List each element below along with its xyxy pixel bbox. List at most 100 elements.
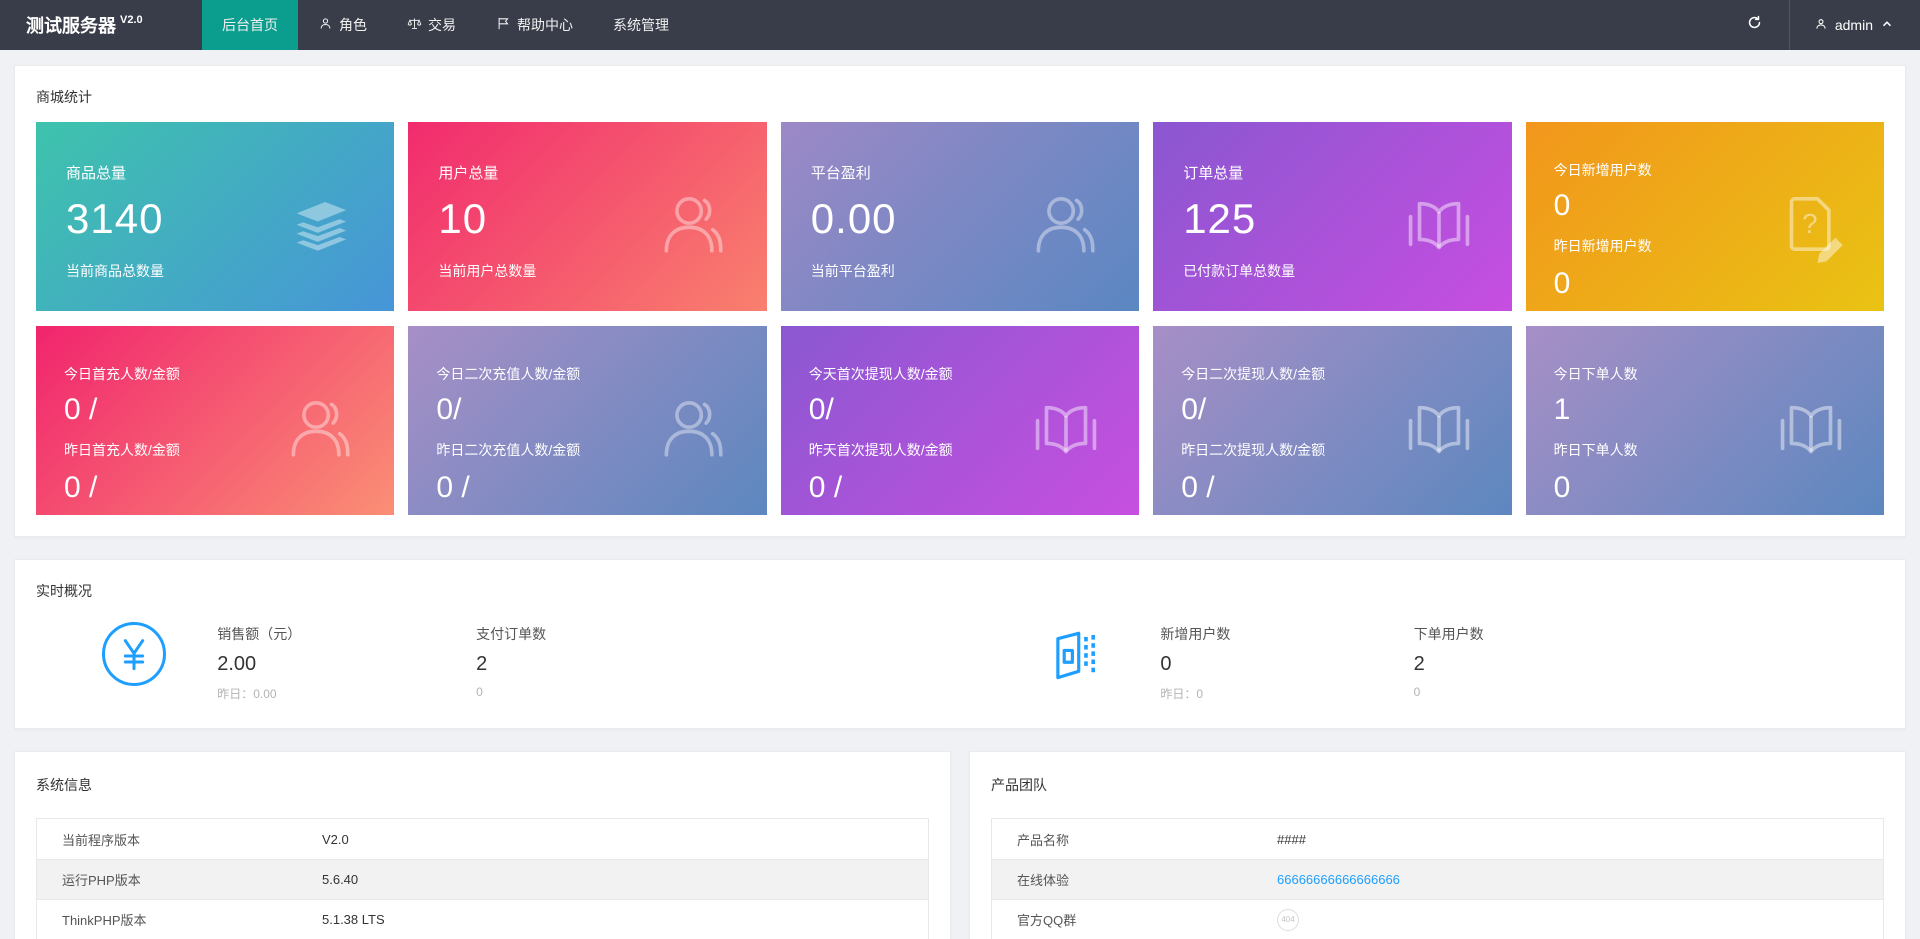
table-row: 官方QQ群 404 <box>992 899 1883 939</box>
menu-item-help-label: 帮助中心 <box>517 15 573 35</box>
table-row: 运行PHP版本 5.6.40 <box>37 859 928 899</box>
realtime-title: 实时概况 <box>15 560 1905 616</box>
order-users-label: 下单用户数 <box>1414 624 1484 644</box>
stat-card-value: 0 <box>1554 267 1856 301</box>
new-users-label: 新增用户数 <box>1160 624 1230 644</box>
layers-icon <box>282 185 360 263</box>
menu-item-trade[interactable]: 交易 <box>387 0 476 50</box>
stat-card-subtitle: 当前平台盈利 <box>811 261 1109 281</box>
menu-item-trade-label: 交易 <box>428 15 456 35</box>
stat-card-orders-total: 订单总量 125 已付款订单总数量 <box>1153 122 1511 311</box>
brand-version: V2.0 <box>120 14 143 26</box>
stat-card-title: 平台盈利 <box>811 162 1109 183</box>
chevron-up-icon <box>1880 17 1894 34</box>
menu-item-home-label: 后台首页 <box>222 15 278 35</box>
stat-card-new-users: 今日新增用户数 0 昨日新增用户数 0 <box>1526 122 1884 311</box>
bottom-panels: 系统信息 当前程序版本 V2.0 运行PHP版本 5.6.40 ThinkPHP… <box>14 751 1906 939</box>
row-label: 产品名称 <box>992 830 1277 849</box>
stat-card-value: 0 / <box>1181 471 1483 505</box>
user-icon <box>318 16 333 34</box>
new-users-yesterday: 昨日：0 <box>1160 685 1230 702</box>
book-icon <box>1772 389 1850 467</box>
stat-card-value: 0 <box>1554 471 1856 505</box>
stat-card-platform-profit: 平台盈利 0.00 当前平台盈利 <box>781 122 1139 311</box>
building-icon <box>1047 626 1105 684</box>
stat-card-subtitle: 当前用户总数量 <box>438 261 736 281</box>
admin-dropdown[interactable]: admin <box>1790 0 1920 50</box>
stat-card-subtitle: 当前商品总数量 <box>66 261 364 281</box>
online-demo-link[interactable]: 66666666666666666 <box>1277 872 1400 887</box>
realtime-body: 销售额（元） 2.00 昨日：0.00 支付订单数 2 0 <box>15 616 1905 712</box>
users-icon <box>655 389 733 467</box>
stat-card-label: 今日下单人数 <box>1554 364 1856 384</box>
stat-card-label: 今日首充人数/金额 <box>64 364 366 384</box>
stat-card-second-recharge: 今日二次充值人数/金额 0/ 昨日二次充值人数/金额 0 / <box>408 326 766 515</box>
users-icon <box>655 185 733 263</box>
order-users-value: 2 <box>1414 653 1484 676</box>
row-label: 当前程序版本 <box>37 830 322 849</box>
table-row: 产品名称 #### <box>992 819 1883 859</box>
top-navbar: 测试服务器 V2.0 后台首页 角色 交易 帮助中心 系统管理 <box>0 0 1920 50</box>
stat-card-label: 今日二次充值人数/金额 <box>436 364 738 384</box>
system-info-table: 当前程序版本 V2.0 运行PHP版本 5.6.40 ThinkPHP版本 5.… <box>36 818 929 939</box>
row-label: 运行PHP版本 <box>37 870 322 889</box>
table-row: ThinkPHP版本 5.1.38 LTS <box>37 899 928 939</box>
paid-orders-yesterday: 0 <box>476 685 546 699</box>
menu-item-system-label: 系统管理 <box>613 15 669 35</box>
paid-orders-label: 支付订单数 <box>476 624 546 644</box>
menu-item-home[interactable]: 后台首页 <box>202 0 298 50</box>
stat-card-title: 商品总量 <box>66 162 364 183</box>
product-team-table: 产品名称 #### 在线体验 66666666666666666 官方QQ群 4… <box>991 818 1884 939</box>
row-value: 5.6.40 <box>322 872 358 887</box>
row-value: V2.0 <box>322 832 349 847</box>
page-content: 商城统计 商品总量 3140 当前商品总数量 用户总量 10 当前用户总数量 平… <box>0 50 1920 939</box>
stat-card-title: 用户总量 <box>438 162 736 183</box>
refresh-button[interactable] <box>1720 0 1790 50</box>
flag-icon <box>496 16 511 34</box>
refresh-icon <box>1746 14 1763 36</box>
mall-stats-title: 商城统计 <box>15 66 1905 122</box>
sales-group: 销售额（元） 2.00 昨日：0.00 <box>217 624 301 702</box>
stat-card-subtitle: 已付款订单总数量 <box>1183 261 1481 281</box>
scales-icon <box>407 16 422 34</box>
stat-card-first-recharge: 今日首充人数/金额 0 / 昨日首充人数/金额 0 / <box>36 326 394 515</box>
stats-cards-grid: 商品总量 3140 当前商品总数量 用户总量 10 当前用户总数量 平台盈利 0… <box>15 122 1905 536</box>
menu-item-help[interactable]: 帮助中心 <box>476 0 593 50</box>
mall-stats-panel: 商城统计 商品总量 3140 当前商品总数量 用户总量 10 当前用户总数量 平… <box>14 65 1906 537</box>
new-users-value: 0 <box>1160 653 1230 676</box>
stat-card-users-total: 用户总量 10 当前用户总数量 <box>408 122 766 311</box>
order-users-group: 下单用户数 2 0 <box>1414 624 1484 699</box>
row-value: 5.1.38 LTS <box>322 912 385 927</box>
stat-card-today-orders: 今日下单人数 1 昨日下单人数 0 <box>1526 326 1884 515</box>
brand-text: 测试服务器 <box>26 12 116 38</box>
stat-card-products-total: 商品总量 3140 当前商品总数量 <box>36 122 394 311</box>
stat-card-title: 订单总量 <box>1183 162 1481 183</box>
stat-card-label: 今天首次提现人数/金额 <box>809 364 1111 384</box>
qq-group-badge: 404 <box>1277 909 1299 931</box>
menu-item-system[interactable]: 系统管理 <box>593 0 689 50</box>
stat-card-value: 0 / <box>809 471 1111 505</box>
system-info-title: 系统信息 <box>15 752 950 808</box>
new-users-group: 新增用户数 0 昨日：0 <box>1160 624 1230 702</box>
file-question-icon <box>1772 185 1850 263</box>
admin-username: admin <box>1835 17 1873 33</box>
product-team-panel: 产品团队 产品名称 #### 在线体验 66666666666666666 官方… <box>969 751 1906 939</box>
menu-item-role-label: 角色 <box>339 15 367 35</box>
sales-label: 销售额（元） <box>217 624 301 644</box>
yen-icon <box>102 622 166 686</box>
paid-orders-group: 支付订单数 2 0 <box>476 624 546 699</box>
main-menu: 后台首页 角色 交易 帮助中心 系统管理 <box>202 0 689 50</box>
order-users-yesterday: 0 <box>1414 685 1484 699</box>
book-icon <box>1400 185 1478 263</box>
row-label: 官方QQ群 <box>992 910 1277 929</box>
stat-card-label: 今日二次提现人数/金额 <box>1181 364 1483 384</box>
sales-yesterday: 昨日：0.00 <box>217 685 301 702</box>
stat-card-second-withdraw: 今日二次提现人数/金额 0/ 昨日二次提现人数/金额 0 / <box>1153 326 1511 515</box>
table-row: 当前程序版本 V2.0 <box>37 819 928 859</box>
stat-card-label: 今日新增用户数 <box>1554 160 1856 180</box>
menu-item-role[interactable]: 角色 <box>298 0 387 50</box>
book-icon <box>1027 389 1105 467</box>
stat-card-first-withdraw: 今天首次提现人数/金额 0/ 昨天首次提现人数/金额 0 / <box>781 326 1139 515</box>
product-team-title: 产品团队 <box>970 752 1905 808</box>
paid-orders-value: 2 <box>476 653 546 676</box>
